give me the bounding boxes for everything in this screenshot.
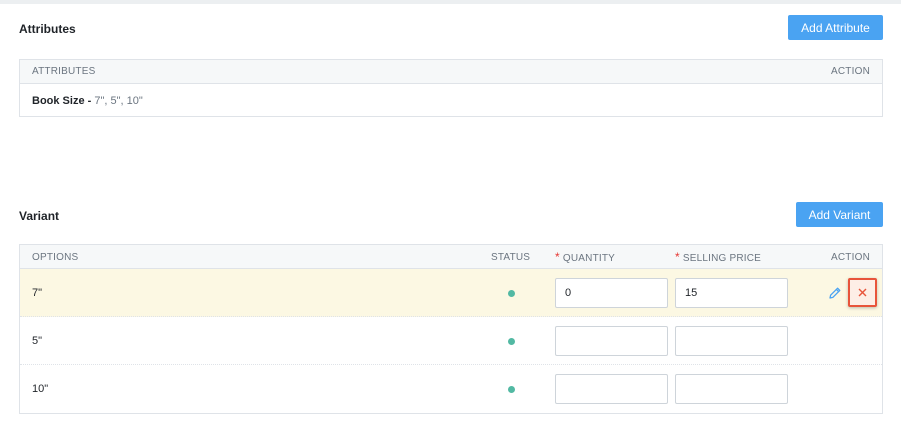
attribute-name: Book Size — [32, 95, 85, 107]
variant-row: 5" — [20, 317, 882, 365]
required-marker: * — [555, 250, 560, 264]
attributes-table: ATTRIBUTES ACTION Book Size - 7", 5", 10… — [19, 59, 883, 117]
selling-price-input[interactable] — [675, 326, 788, 356]
variant-option: 7" — [32, 287, 43, 299]
variant-title: Variant — [19, 209, 60, 223]
column-header-attributes: ATTRIBUTES — [32, 66, 96, 77]
variant-option: 5" — [32, 335, 43, 347]
selling-price-input[interactable] — [675, 278, 788, 308]
column-header-quantity: * QUANTITY — [555, 250, 616, 264]
quantity-input[interactable] — [555, 374, 668, 404]
variant-option: 10" — [32, 383, 49, 395]
add-variant-button[interactable]: Add Variant — [796, 202, 883, 227]
close-icon — [858, 288, 867, 297]
attribute-separator: - — [84, 95, 95, 107]
pencil-icon[interactable] — [828, 286, 842, 300]
column-header-status: STATUS — [491, 252, 531, 263]
required-marker: * — [675, 250, 680, 264]
column-header-action: ACTION — [831, 66, 870, 77]
attribute-row: Book Size - 7", 5", 10" — [20, 84, 882, 117]
variant-row: 10" — [20, 365, 882, 413]
variant-row: 7" — [20, 269, 882, 317]
column-header-action: ACTION — [831, 252, 870, 263]
status-dot — [508, 338, 515, 345]
selling-price-input[interactable] — [675, 374, 788, 404]
column-header-options: OPTIONS — [32, 252, 79, 263]
status-dot — [508, 290, 515, 297]
attribute-values: 7", 5", 10" — [94, 95, 143, 107]
attributes-table-header: ATTRIBUTES ACTION — [20, 60, 882, 84]
column-header-selling-price: * SELLING PRICE — [675, 250, 762, 264]
top-bar — [0, 0, 901, 4]
variant-table-header: OPTIONS STATUS * QUANTITY * SELLING PRICE … — [20, 245, 882, 269]
add-attribute-button[interactable]: Add Attribute — [788, 15, 883, 40]
delete-variant-button[interactable] — [848, 278, 877, 307]
status-dot — [508, 386, 515, 393]
attributes-title: Attributes — [19, 22, 76, 36]
variant-table: OPTIONS STATUS * QUANTITY * SELLING PRICE … — [19, 244, 883, 414]
quantity-input[interactable] — [555, 278, 668, 308]
quantity-input[interactable] — [555, 326, 668, 356]
